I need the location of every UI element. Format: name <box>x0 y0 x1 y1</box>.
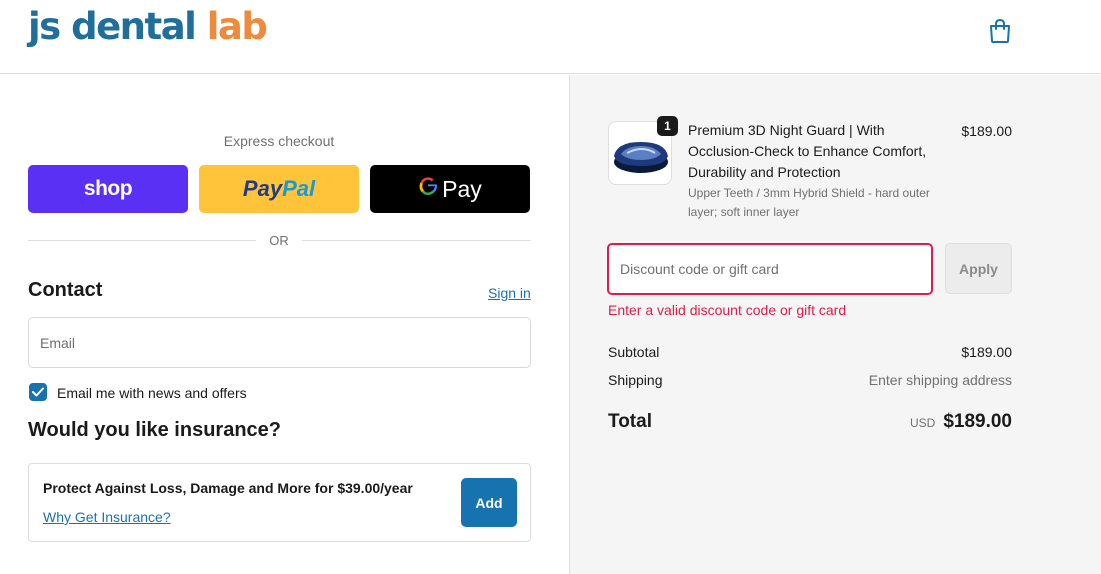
shopping-bag-icon[interactable] <box>988 18 1012 44</box>
paypal-button[interactable]: Pay Pal <box>199 165 359 213</box>
newsletter-label[interactable]: Email me with news and offers <box>57 385 247 401</box>
subtotal-value: $189.00 <box>961 344 1012 360</box>
product-title: Premium 3D Night Guard | With Occlusion-… <box>688 122 927 180</box>
shop-pay-button[interactable]: shop <box>28 165 188 213</box>
total-label: Total <box>608 411 652 432</box>
email-field[interactable] <box>28 317 531 368</box>
why-insurance-link[interactable]: Why Get Insurance? <box>43 509 171 525</box>
add-insurance-button[interactable]: Add <box>461 478 517 527</box>
contact-heading: Contact <box>28 279 103 301</box>
shipping-label: Shipping <box>608 372 663 388</box>
total-amount: $189.00 <box>943 411 1012 432</box>
insurance-offer-card: Protect Against Loss, Damage and More fo… <box>28 463 531 542</box>
sign-in-link[interactable]: Sign in <box>488 285 531 301</box>
google-g-icon <box>418 176 438 202</box>
total-currency: USD <box>909 416 936 430</box>
site-header: js dental lab <box>0 0 1101 74</box>
insurance-offer-text: Protect Against Loss, Damage and More fo… <box>43 480 413 496</box>
divider-right <box>302 240 531 241</box>
logo-text-accent: lab <box>206 5 268 48</box>
paypal-label-part2: Pal <box>282 176 316 201</box>
quantity-badge: 1 <box>657 116 678 136</box>
discount-code-input[interactable] <box>607 243 933 295</box>
shop-pay-label: shop <box>83 177 133 200</box>
logo-text-primary: js dental <box>28 5 207 48</box>
subtotal-label: Subtotal <box>608 344 660 360</box>
paypal-label-part1: Pay <box>242 176 283 201</box>
logo[interactable]: js dental lab <box>28 4 268 50</box>
insurance-heading: Would you like insurance? <box>28 419 282 441</box>
discount-error-message: Enter a valid discount code or gift card <box>608 302 847 318</box>
express-checkout-title: Express checkout <box>223 133 335 149</box>
checkmark-icon <box>32 387 44 397</box>
or-divider-label: OR <box>269 233 289 248</box>
product-price: $189.00 <box>961 123 1012 139</box>
newsletter-checkbox[interactable] <box>29 383 47 401</box>
shipping-value: Enter shipping address <box>868 372 1012 388</box>
google-pay-button[interactable]: Pay <box>370 165 530 213</box>
total-value-group: USD $189.00 <box>910 411 1012 433</box>
product-variant: Upper Teeth / 3mm Hybrid Shield - hard o… <box>688 186 930 219</box>
google-pay-label: Pay <box>442 175 482 202</box>
apply-discount-button[interactable]: Apply <box>945 243 1012 294</box>
divider-left <box>28 240 256 241</box>
